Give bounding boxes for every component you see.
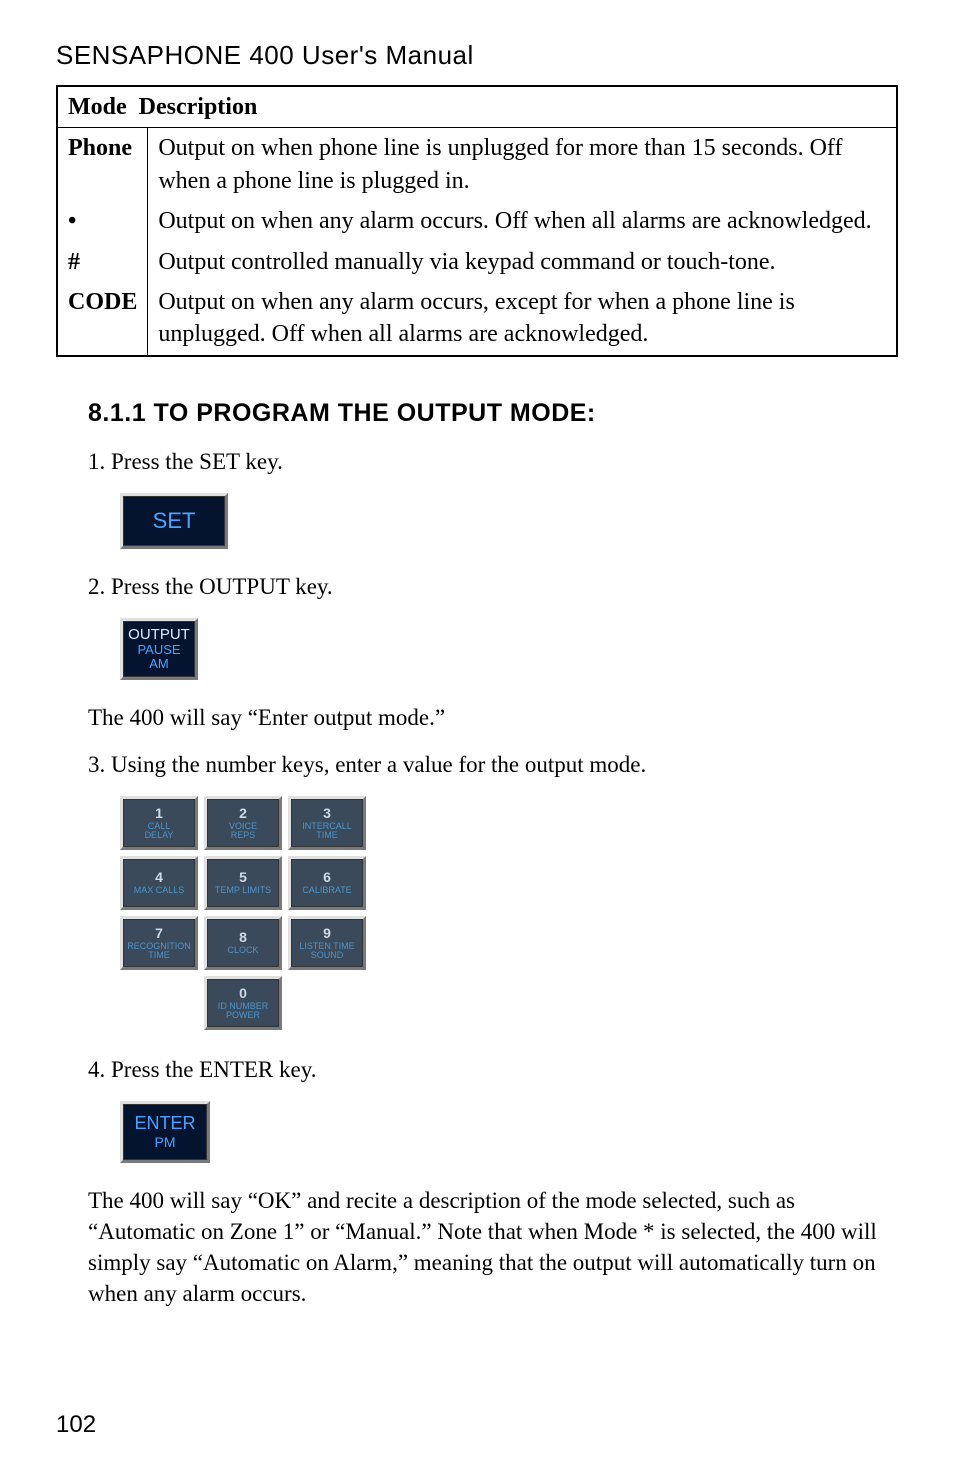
mode-description-table: Mode Description Phone Output on when ph… [56,85,898,357]
key-num: 6 [323,870,331,884]
output-key-line2: PAUSE [137,643,180,656]
desc-cell: Output controlled manually via keypad co… [148,242,897,282]
output-key-line3: AM [149,657,169,670]
step-3-text: 3. Using the number keys, enter a value … [88,749,888,780]
keypad-key-4: 4 MAX CALLS [120,856,198,910]
keypad-row-4: 0 ID NUMBERPOWER [120,976,898,1030]
output-key-face: OUTPUT PAUSE AM [120,618,198,680]
keypad-row-1: 1 CALLDELAY 2 VOICEREPS 3 INTERCALLTIME [120,796,898,850]
desc-cell: Output on when any alarm occurs. Off whe… [148,201,897,241]
key-label: ID NUMBERPOWER [218,1002,269,1020]
key-num: 2 [239,806,247,820]
number-keypad-graphic: 1 CALLDELAY 2 VOICEREPS 3 INTERCALLTIME 4 MA… [120,796,898,1030]
keypad-key-7: 7 RECOGNITIONTIME [120,916,198,970]
mode-cell: • [57,201,148,241]
keypad-key-1: 1 CALLDELAY [120,796,198,850]
table-row: • Output on when any alarm occurs. Off w… [57,201,897,241]
keypad-key-2: 2 VOICEREPS [204,796,282,850]
key-label: CALLDELAY [145,822,174,840]
desc-cell: Output on when phone line is unplugged f… [148,128,897,201]
say-enter-output: The 400 will say “Enter output mode.” [88,702,888,733]
keypad-key-6: 6 CALIBRATE [288,856,366,910]
keypad-key-8: 8 CLOCK [204,916,282,970]
key-num: 4 [155,870,163,884]
key-label: LISTEN TIMESOUND [299,942,354,960]
key-label: RECOGNITIONTIME [127,942,191,960]
col-header-desc: Description [139,94,258,120]
key-num: 1 [155,806,163,820]
page-number: 102 [56,1411,96,1439]
set-key-graphic: SET [120,493,898,549]
output-key-graphic: OUTPUT PAUSE AM [120,618,898,680]
enter-key-line1: ENTER [134,1113,195,1134]
key-label: VOICEREPS [229,822,257,840]
key-label: TEMP LIMITS [215,886,271,895]
mode-cell: # [57,242,148,282]
keypad-key-0: 0 ID NUMBERPOWER [204,976,282,1030]
desc-cell: Output on when any alarm occurs, except … [148,282,897,356]
keypad-key-9: 9 LISTEN TIMESOUND [288,916,366,970]
keypad-key-3: 3 INTERCALLTIME [288,796,366,850]
step-2-text: 2. Press the OUTPUT key. [88,571,888,602]
step-1-text: 1. Press the SET key. [88,446,888,477]
enter-key-line2: PM [155,1134,176,1150]
running-header: SENSAPHONE 400 User's Manual [56,40,898,71]
key-label: CALIBRATE [302,886,351,895]
keypad-key-5: 5 TEMP LIMITS [204,856,282,910]
enter-key-graphic: ENTER PM [120,1101,898,1163]
col-header-mode: Mode [68,94,127,120]
key-num: 9 [323,926,331,940]
set-key-face: SET [120,493,228,549]
key-label: INTERCALLTIME [302,822,352,840]
keypad-row-2: 4 MAX CALLS 5 TEMP LIMITS 6 CALIBRATE [120,856,898,910]
table-row: Phone Output on when phone line is unplu… [57,128,897,201]
closing-paragraph: The 400 will say “OK” and recite a descr… [88,1185,888,1309]
mode-cell: CODE [57,282,148,356]
key-num: 3 [323,806,331,820]
mode-cell: Phone [57,128,148,201]
table-row: CODE Output on when any alarm occurs, ex… [57,282,897,356]
key-num: 8 [239,930,247,944]
key-num: 0 [239,986,247,1000]
set-key-label: SET [153,508,196,534]
key-num: 7 [155,926,163,940]
key-label: MAX CALLS [134,886,185,895]
step-4-text: 4. Press the ENTER key. [88,1054,888,1085]
key-label: CLOCK [227,946,258,955]
output-key-line1: OUTPUT [128,627,190,642]
enter-key-face: ENTER PM [120,1101,210,1163]
keypad-row-3: 7 RECOGNITIONTIME 8 CLOCK 9 LISTEN TIMESOUN… [120,916,898,970]
section-heading: 8.1.1 TO PROGRAM THE OUTPUT MODE: [88,399,898,428]
key-num: 5 [239,870,247,884]
table-header-row: Mode Description [57,86,897,128]
table-row: # Output controlled manually via keypad … [57,242,897,282]
